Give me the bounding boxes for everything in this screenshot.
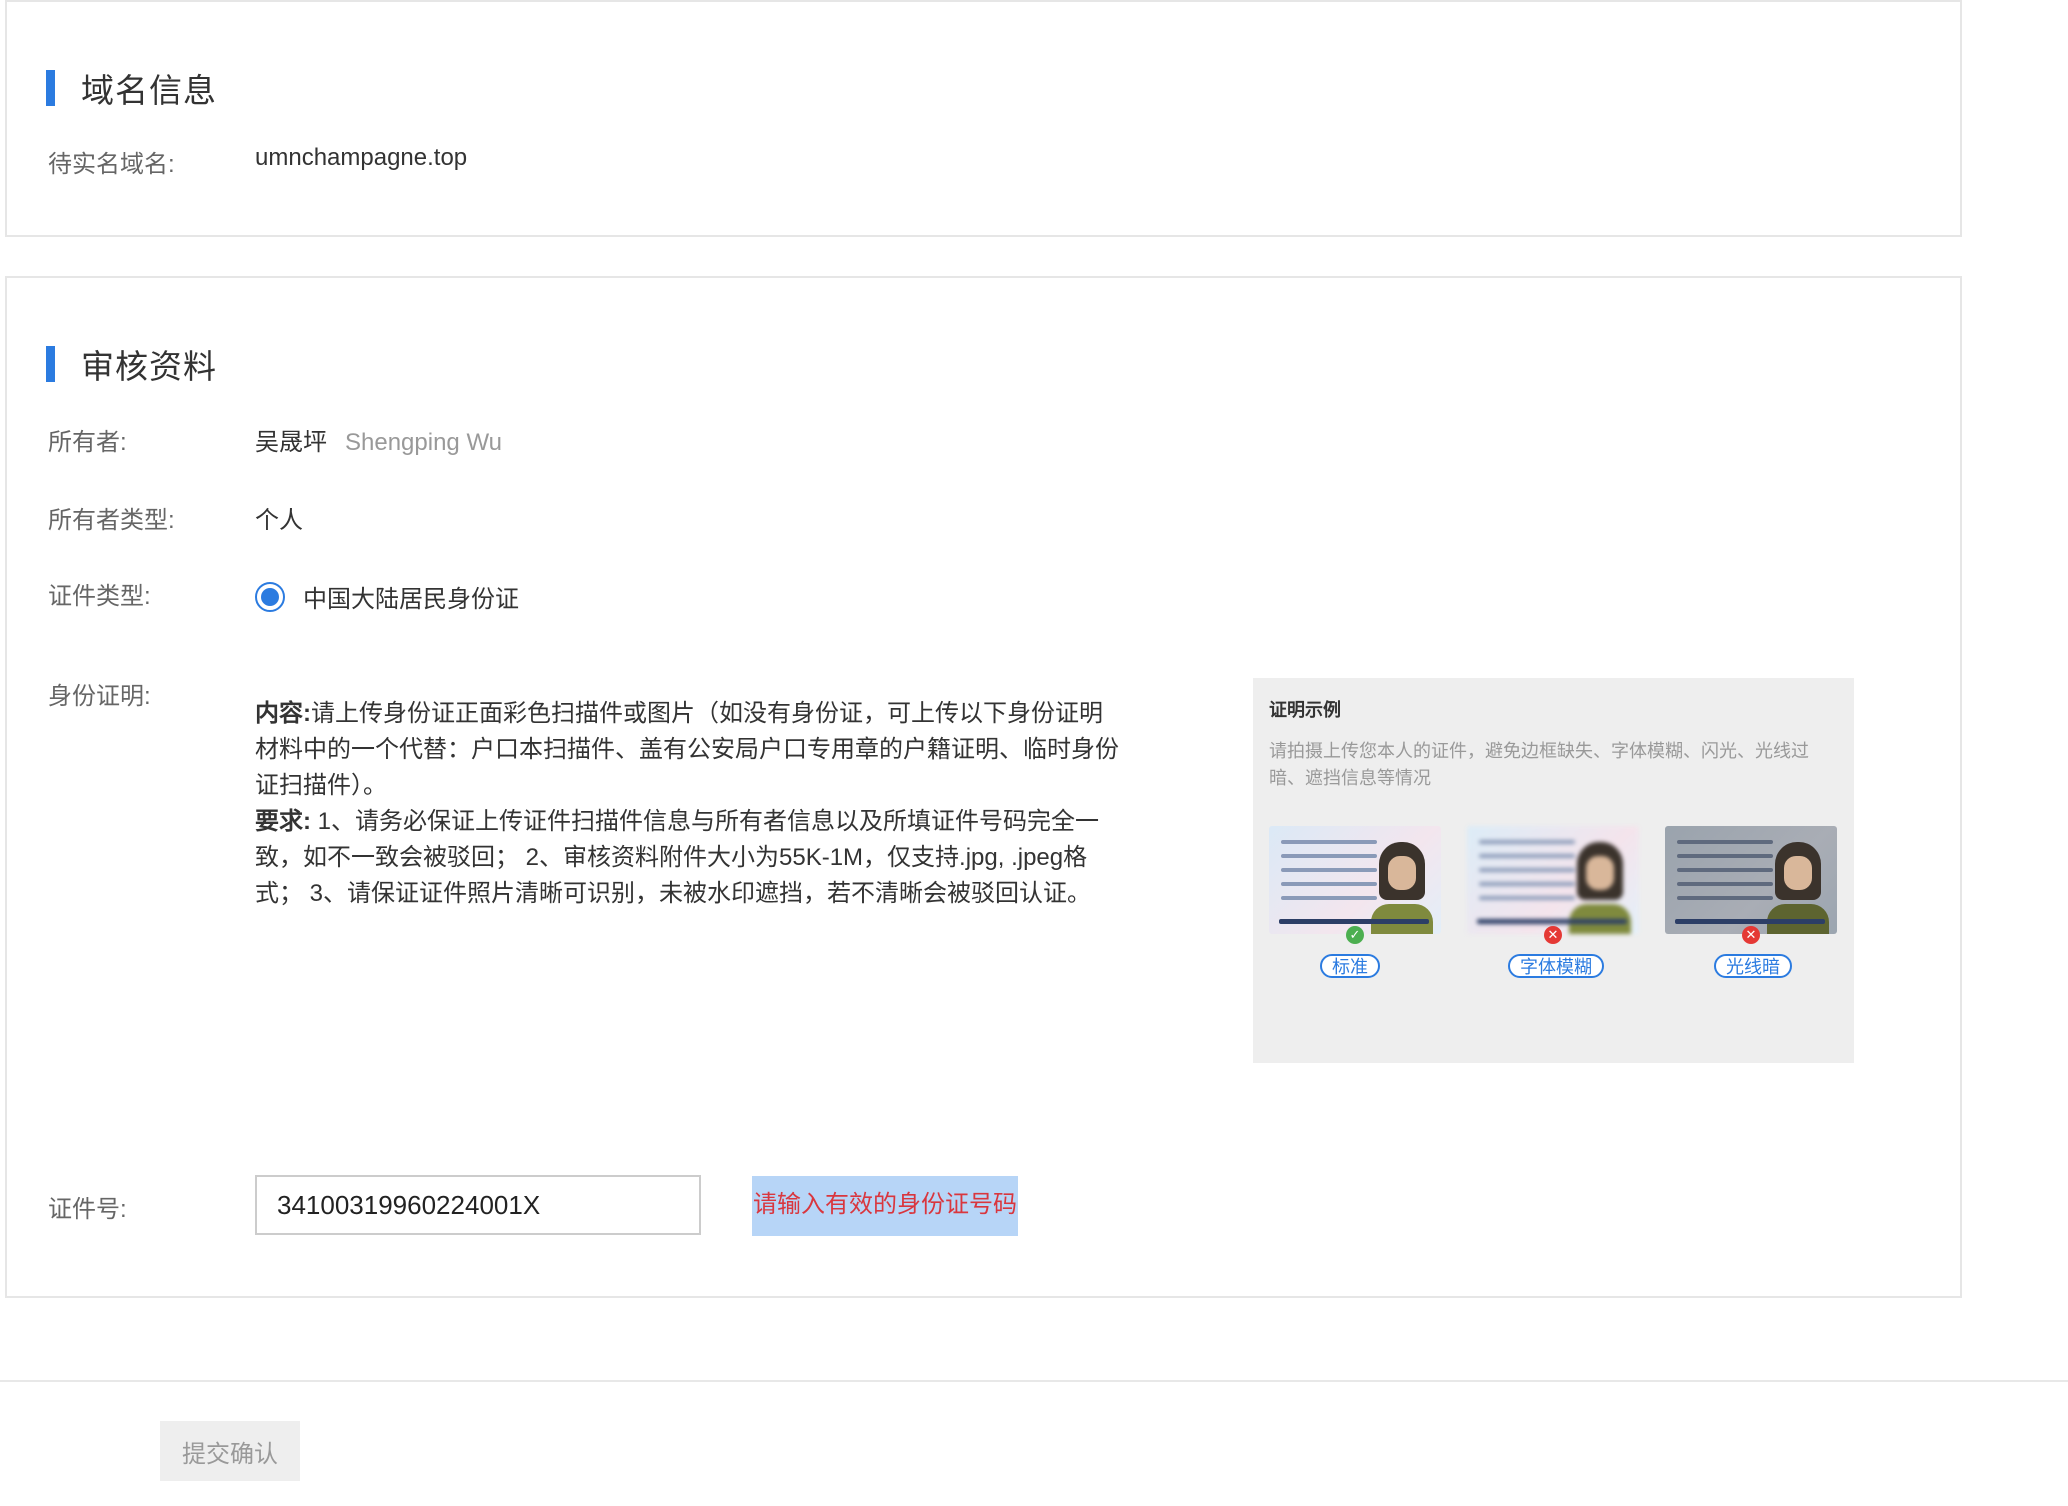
cert-type-option-label[interactable]: 中国大陆居民身份证: [303, 579, 519, 614]
sample-label-standard: 标准: [1320, 954, 1380, 978]
id-number-input[interactable]: [255, 1175, 701, 1235]
domain-info-card: 域名信息 待实名域名: umnchampagne.top: [5, 0, 1962, 237]
id-card-sample-dark: [1665, 826, 1837, 934]
domain-section-header: 域名信息: [46, 64, 217, 112]
owner-type-value: 个人: [255, 507, 303, 534]
radio-selected-dot: [261, 587, 279, 606]
review-section-title: 审核资料: [81, 348, 217, 385]
cert-type-radio-option[interactable]: 中国大陆居民身份证: [255, 579, 519, 614]
radio-button[interactable]: [255, 581, 285, 612]
check-icon: ✓: [1346, 926, 1364, 944]
domain-value: umnchampagne.top: [255, 144, 468, 171]
proof-description: 内容:请上传身份证正面彩色扫描件或图片（如没有身份证，可上传以下身份证明材料中的…: [255, 696, 1125, 912]
id-card-sample-blurry: [1467, 826, 1639, 934]
proof-example-panel: 证明示例 请拍摄上传您本人的证件，避免边框缺失、字体模糊、闪光、光线过暗、遮挡信…: [1253, 678, 1854, 1063]
id-number-label: 证件号:: [48, 1196, 127, 1223]
owner-pinyin: Shengping Wu: [345, 429, 503, 456]
owner-type-label: 所有者类型:: [48, 507, 175, 534]
content-text: 请上传身份证正面彩色扫描件或图片（如没有身份证，可上传以下身份证明材料中的一个代…: [255, 700, 1119, 799]
review-section-header: 审核资料: [46, 340, 217, 388]
domain-section-title: 域名信息: [81, 72, 217, 109]
owner-label: 所有者:: [48, 429, 127, 456]
owner-value: 吴晟坪 Shengping Wu: [255, 422, 502, 457]
section-accent-bar: [46, 346, 55, 382]
footer-divider: [0, 1380, 2068, 1382]
proof-label: 身份证明:: [48, 683, 151, 710]
owner-name: 吴晟坪: [255, 429, 327, 456]
content-heading: 内容:: [255, 700, 311, 727]
review-materials-card: 审核资料 所有者: 吴晟坪 Shengping Wu 所有者类型: 个人 证件类型…: [5, 276, 1962, 1298]
requirement-text: 1、请务必保证上传证件扫描件信息与所有者信息以及所填证件号码完全一致，如不一致会…: [255, 808, 1100, 907]
sample-label-blurry: 字体模糊: [1508, 954, 1604, 978]
requirement-heading: 要求:: [255, 808, 311, 835]
section-accent-bar: [46, 70, 55, 106]
cross-icon: ✕: [1742, 926, 1760, 944]
example-note: 请拍摄上传您本人的证件，避免边框缺失、字体模糊、闪光、光线过暗、遮挡信息等情况: [1269, 741, 1809, 788]
id-number-error-message: 请输入有效的身份证号码: [752, 1176, 1018, 1236]
cross-icon: ✕: [1544, 926, 1562, 944]
submit-confirm-button[interactable]: 提交确认: [160, 1421, 300, 1481]
domain-label: 待实名域名:: [48, 151, 175, 178]
sample-label-dark: 光线暗: [1714, 954, 1792, 978]
cert-type-label: 证件类型:: [48, 583, 151, 610]
id-card-sample-standard: [1269, 826, 1441, 934]
example-title: 证明示例: [1269, 700, 1341, 720]
